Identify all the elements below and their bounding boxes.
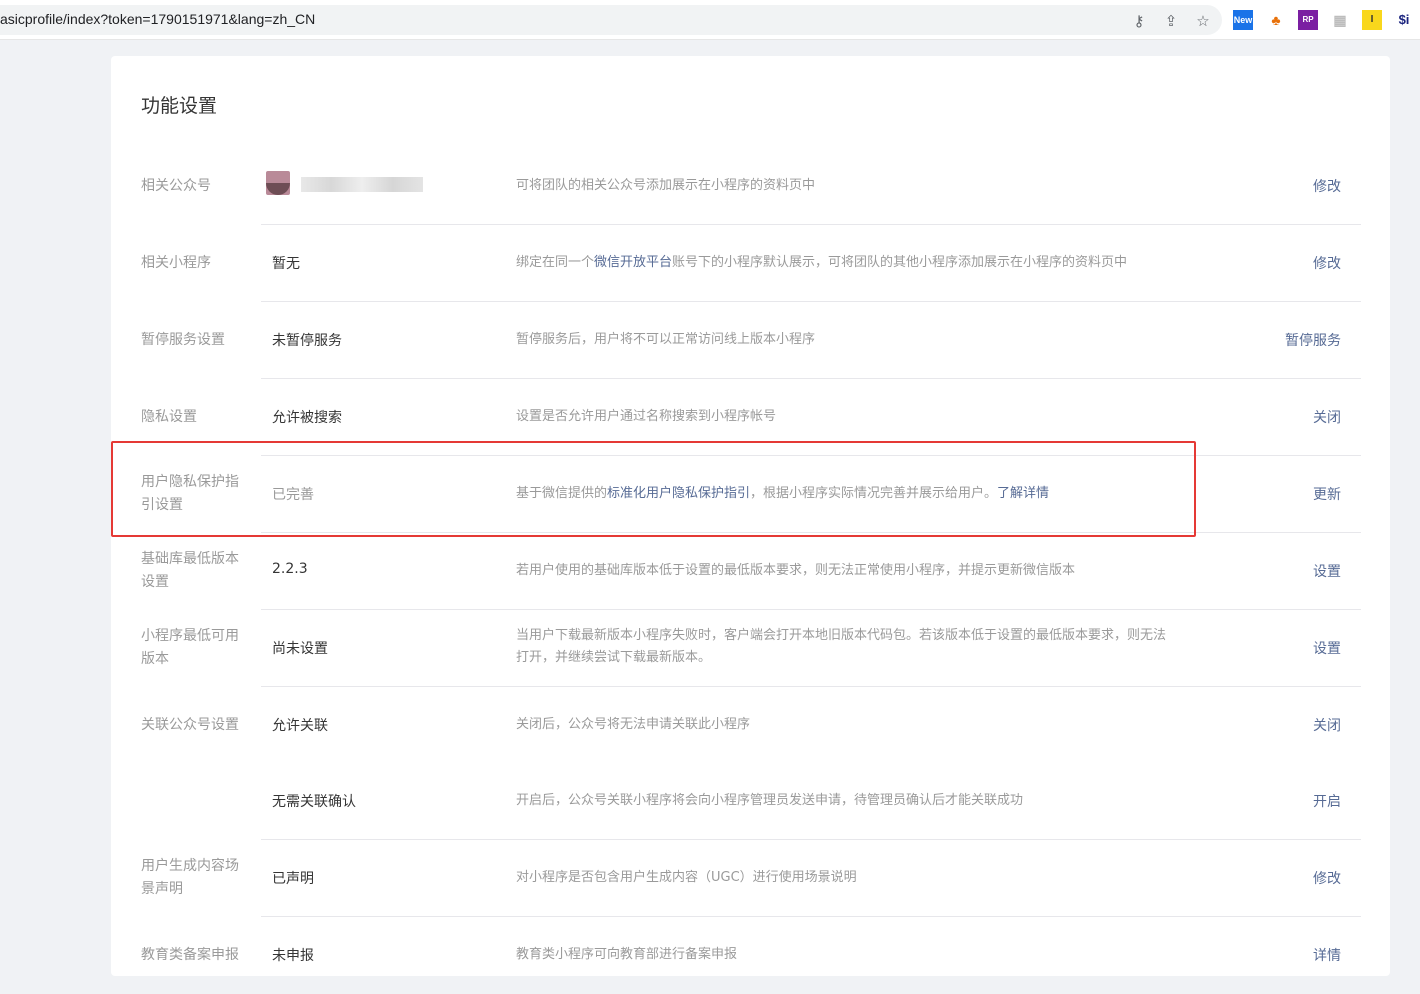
education-filing-details-button[interactable]: 详情 <box>1313 945 1341 965</box>
settings-row-min-lib-version: 基础库最低版本 设置 2.2.3 若用户使用的基础库版本低于设置的最低版本要求，则… <box>111 533 1390 610</box>
description-text: 关闭后，公众号将无法申请关联此小程序 <box>516 717 751 732</box>
settings-row-min-available-version: 小程序最低可用 版本 尚未设置 当用户下载最新版本小程序失败时，客户端会打开本地旧… <box>111 610 1390 687</box>
account-name-blurred <box>301 177 423 192</box>
share-icon[interactable]: ⇪ <box>1162 12 1180 30</box>
extension-i-icon[interactable]: I <box>1362 10 1382 30</box>
row-label-line: 设置 <box>141 574 169 590</box>
row-label: 用户生成内容场 景声明 <box>141 855 251 901</box>
enable-link-confirm-button[interactable]: 开启 <box>1313 791 1341 811</box>
description-text: 若用户使用的基础库版本低于设置的最低版本要求，则无法正常使用小程序，并提示更新微… <box>516 563 1076 578</box>
edit-related-miniprogram-button[interactable]: 修改 <box>1313 253 1341 273</box>
disable-search-button[interactable]: 关闭 <box>1313 407 1341 427</box>
row-label: 小程序最低可用 版本 <box>141 625 251 671</box>
description-text: 暂停服务后，用户将不可以正常访问线上版本小程序 <box>516 332 816 347</box>
update-privacy-guide-button[interactable]: 更新 <box>1313 484 1341 504</box>
edit-ugc-button[interactable]: 修改 <box>1313 868 1341 888</box>
browser-toolbar: asicprofile/index?token=1790151971&lang=… <box>0 0 1420 40</box>
open-platform-link[interactable]: 微信开放平台 <box>594 255 672 270</box>
row-value: 未申报 <box>272 948 314 964</box>
row-label: 暂停服务设置 <box>141 332 225 348</box>
settings-row-link-account: 关联公众号设置 允许关联 关闭后，公众号将无法申请关联此小程序 关闭 <box>111 687 1390 764</box>
settings-row-ugc: 用户生成内容场 景声明 已声明 对小程序是否包含用户生成内容（UGC）进行使用场景… <box>111 840 1390 917</box>
row-value: 2.2.3 <box>272 561 308 577</box>
row-label: 关联公众号设置 <box>141 717 239 733</box>
row-description: 暂停服务后，用户将不可以正常访问线上版本小程序 <box>516 329 1236 351</box>
row-value: 暂无 <box>272 256 300 272</box>
set-min-available-version-button[interactable]: 设置 <box>1313 638 1341 658</box>
settings-row-link-confirm: 无需关联确认 开启后，公众号关联小程序将会向小程序管理员发送申请，待管理员确认后… <box>111 763 1390 840</box>
row-value: 已声明 <box>272 871 314 887</box>
row-value: 无需关联确认 <box>272 794 356 810</box>
description-text: 设置是否允许用户通过名称搜索到小程序帐号 <box>516 409 777 424</box>
row-label-line: 小程序最低可用 <box>141 628 239 644</box>
row-label: 相关公众号 <box>141 178 211 194</box>
row-description: 绑定在同一个微信开放平台账号下的小程序默认展示，可将团队的其他小程序添加展示在小… <box>516 252 1236 274</box>
account-avatar <box>266 171 290 195</box>
row-description: 对小程序是否包含用户生成内容（UGC）进行使用场景说明 <box>516 867 1236 889</box>
row-label-line: 景声明 <box>141 881 183 897</box>
row-description: 当用户下载最新版本小程序失败时，客户端会打开本地旧版本代码包。若该版本低于设置的… <box>516 625 1236 669</box>
extension-grid-icon[interactable]: ▦ <box>1330 10 1350 30</box>
row-label: 基础库最低版本 设置 <box>141 548 251 594</box>
row-label: 隐私设置 <box>141 409 197 425</box>
description-line: 打开，并继续尝试下载最新版本。 <box>516 650 712 665</box>
row-value: 允许被搜索 <box>272 410 342 426</box>
extension-si-icon[interactable]: $i <box>1394 10 1414 30</box>
edit-related-account-button[interactable]: 修改 <box>1313 176 1341 196</box>
row-label: 教育类备案申报 <box>141 947 239 963</box>
bookmark-star-icon[interactable]: ☆ <box>1194 12 1212 30</box>
description-text: 可将团队的相关公众号添加展示在小程序的资料页中 <box>516 178 816 193</box>
extension-si-label: $i <box>1398 12 1410 27</box>
row-description: 开启后，公众号关联小程序将会向小程序管理员发送申请，待管理员确认后才能关联成功 <box>516 790 1236 812</box>
row-description: 设置是否允许用户通过名称搜索到小程序帐号 <box>516 406 1236 428</box>
settings-row-related-miniprogram: 相关小程序 暂无 绑定在同一个微信开放平台账号下的小程序默认展示，可将团队的其他… <box>111 225 1390 302</box>
description-line: 当用户下载最新版本小程序失败时，客户端会打开本地旧版本代码包。若该版本低于设置的… <box>516 628 1167 643</box>
row-label-line: 版本 <box>141 651 169 667</box>
key-icon[interactable]: ⚷ <box>1130 12 1148 30</box>
disable-link-button[interactable]: 关闭 <box>1313 715 1341 735</box>
row-label-line: 基础库最低版本 <box>141 551 239 567</box>
extension-i-label: I <box>1370 14 1374 25</box>
extension-new-label: New <box>1233 15 1253 25</box>
highlight-annotation-box <box>111 441 1196 537</box>
extension-rp-icon[interactable]: RP <box>1298 10 1318 30</box>
row-value: 未暂停服务 <box>272 333 342 349</box>
description-text: 绑定在同一个 <box>516 255 595 270</box>
settings-row-pause-service: 暂停服务设置 未暂停服务 暂停服务后，用户将不可以正常访问线上版本小程序 暂停服… <box>111 302 1390 379</box>
row-label: 相关小程序 <box>141 255 211 271</box>
extension-tree-icon[interactable]: ♣ <box>1266 10 1286 30</box>
row-label-line: 用户生成内容场 <box>141 858 239 874</box>
set-min-lib-version-button[interactable]: 设置 <box>1313 561 1341 581</box>
row-description: 教育类小程序可向教育部进行备案申报 <box>516 944 1236 966</box>
url-text[interactable]: asicprofile/index?token=1790151971&lang=… <box>0 11 315 27</box>
row-description: 关闭后，公众号将无法申请关联此小程序 <box>516 714 1236 736</box>
extension-new-icon[interactable]: New <box>1233 10 1253 30</box>
pause-service-button[interactable]: 暂停服务 <box>1285 330 1341 350</box>
description-text: 账号下的小程序默认展示，可将团队的其他小程序添加展示在小程序的资料页中 <box>672 255 1128 270</box>
row-value: 允许关联 <box>272 718 328 734</box>
row-description: 若用户使用的基础库版本低于设置的最低版本要求，则无法正常使用小程序，并提示更新微… <box>516 560 1236 582</box>
page-title: 功能设置 <box>141 95 218 117</box>
description-text: 教育类小程序可向教育部进行备案申报 <box>516 947 738 962</box>
row-description: 可将团队的相关公众号添加展示在小程序的资料页中 <box>516 175 1236 197</box>
description-text: 开启后，公众号关联小程序将会向小程序管理员发送申请，待管理员确认后才能关联成功 <box>516 793 1024 808</box>
address-bar[interactable]: asicprofile/index?token=1790151971&lang=… <box>0 5 1222 35</box>
row-value: 尚未设置 <box>272 641 328 657</box>
extension-rp-label: RP <box>1302 15 1314 24</box>
description-text: 对小程序是否包含用户生成内容（UGC）进行使用场景说明 <box>516 870 857 885</box>
settings-row-education-filing: 教育类备案申报 未申报 教育类小程序可向教育部进行备案申报 详情 <box>111 917 1390 994</box>
